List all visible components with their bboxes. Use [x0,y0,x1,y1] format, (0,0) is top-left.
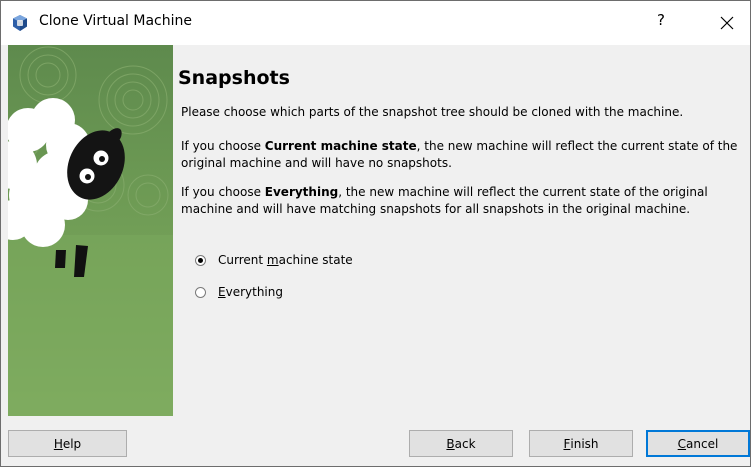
cancel-button[interactable]: Cancel [646,430,750,457]
accelerator-key: m [266,253,279,267]
label-text: achine state [278,253,353,267]
button-label: ack [454,436,476,451]
description-text: If you choose [181,139,265,153]
radio-label: Current machine state [218,253,353,267]
close-button[interactable] [711,9,743,37]
back-button[interactable]: Back [409,430,513,457]
page-heading: Snapshots [178,67,290,89]
sheep-illustration [8,45,173,416]
context-help-button[interactable]: ? [657,11,665,29]
accelerator-key: F [563,436,571,451]
accelerator-key: E [218,285,226,299]
window-title: Clone Virtual Machine [39,13,192,29]
title-bar: Clone Virtual Machine ? [1,1,750,45]
close-icon [720,16,734,30]
help-button[interactable]: Help [8,430,127,457]
radio-everything[interactable]: Everything [195,285,283,299]
description-emphasis: Current machine state [264,139,417,153]
button-label: ancel [686,436,719,451]
radio-current-machine-state[interactable]: Current machine state [195,253,353,267]
label-text: Current [218,253,267,267]
description-emphasis: Everything [264,185,339,199]
wizard-content: Snapshots Please choose which parts of t… [1,45,750,416]
radio-button-selected[interactable] [195,254,206,266]
button-label: inish [570,436,599,451]
description-text: If you choose [181,185,265,199]
accelerator-key: B [446,436,455,451]
label-text: verything [225,285,283,299]
intro-text: Please choose which parts of the snapsho… [181,105,684,119]
clone-vm-dialog: Clone Virtual Machine ? Snapshots Please… [0,0,751,467]
button-bar: Help Back Finish Cancel [1,416,750,466]
button-label: elp [62,436,82,451]
finish-button[interactable]: Finish [529,430,633,457]
radio-button[interactable] [195,286,206,298]
current-state-description: If you choose Current machine state, the… [181,138,747,172]
everything-description: If you choose Everything, the new machin… [181,184,747,218]
accelerator-key: H [53,436,63,451]
virtualbox-app-icon [11,14,29,32]
snapshots-page: Snapshots Please choose which parts of t… [178,45,747,416]
accelerator-key: C [677,436,687,451]
radio-label: Everything [218,285,283,299]
